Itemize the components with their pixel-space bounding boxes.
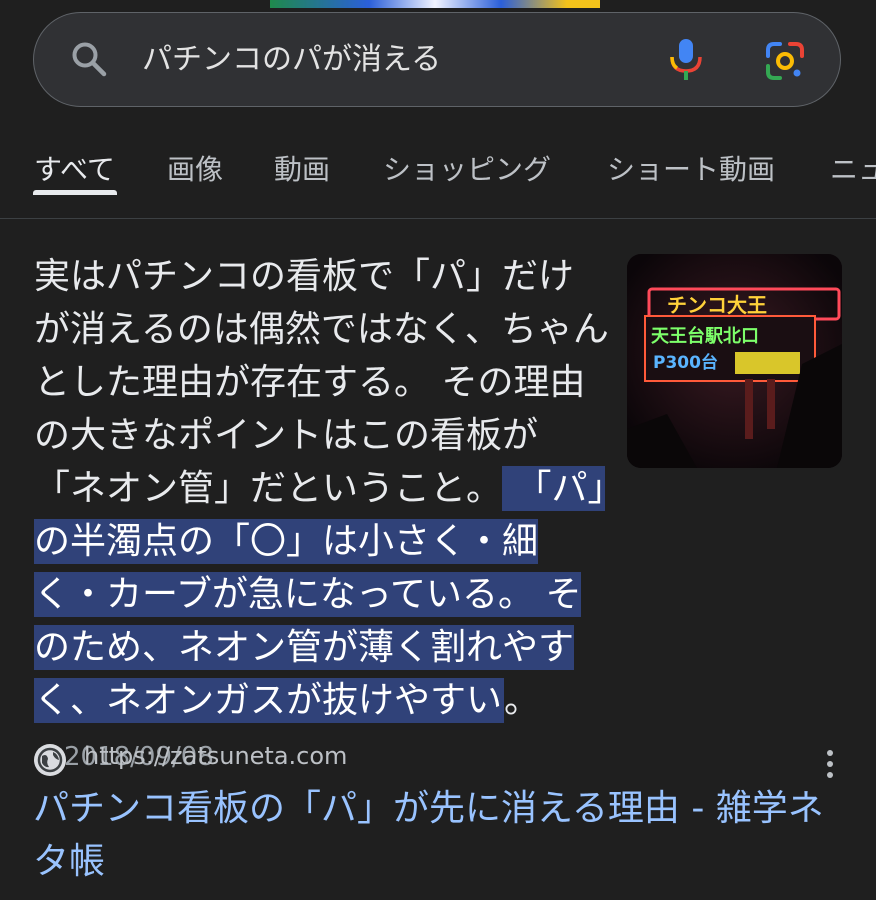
tab-news[interactable]: ニュ xyxy=(830,148,876,188)
tab-shopping[interactable]: ショッピング xyxy=(383,148,551,188)
more-options-icon[interactable] xyxy=(822,748,838,780)
google-lens-icon[interactable] xyxy=(764,40,806,82)
globe-icon xyxy=(34,744,66,776)
tab-videos[interactable]: 動画 xyxy=(274,148,330,188)
sign-line3: P300台 xyxy=(653,352,718,373)
sign-line1: チンコ大王 xyxy=(667,293,767,317)
active-tab-indicator xyxy=(33,190,117,195)
snippet-text-wrap: 実はパチンコの看板で「パ」だけが消えるのは偶然ではなく、ちゃんとした理由が存在す… xyxy=(34,250,609,784)
tab-all[interactable]: すべて xyxy=(34,148,115,188)
tab-short-videos[interactable]: ショート動画 xyxy=(607,148,775,188)
search-tabs: すべて 画像 動画 ショッピング ショート動画 ニュ xyxy=(0,138,876,200)
snippet-text-end: 。 xyxy=(504,680,541,721)
search-results-page: すべて 画像 動画 ショッピング ショート動画 ニュ 実はパチンコの看板で「パ」… xyxy=(0,0,876,900)
microphone-icon[interactable] xyxy=(668,37,704,83)
search-icon[interactable] xyxy=(70,40,108,78)
search-input[interactable] xyxy=(142,38,622,82)
tab-images[interactable]: 画像 xyxy=(167,148,223,188)
result-url[interactable]: https://zatsuneta.com xyxy=(84,742,347,770)
result-title-link[interactable]: パチンコ看板の「パ」が先に消える理由 - 雑学ネタ帳 xyxy=(33,782,833,888)
sign-line2: 天王台駅北口 xyxy=(651,325,759,347)
divider xyxy=(0,218,876,219)
doodle-banner[interactable] xyxy=(270,0,600,8)
neon-sign-image: チンコ大王 天王台駅北口 P300台 xyxy=(627,254,842,468)
snippet-thumbnail[interactable]: チンコ大王 天王台駅北口 P300台 xyxy=(627,254,842,468)
